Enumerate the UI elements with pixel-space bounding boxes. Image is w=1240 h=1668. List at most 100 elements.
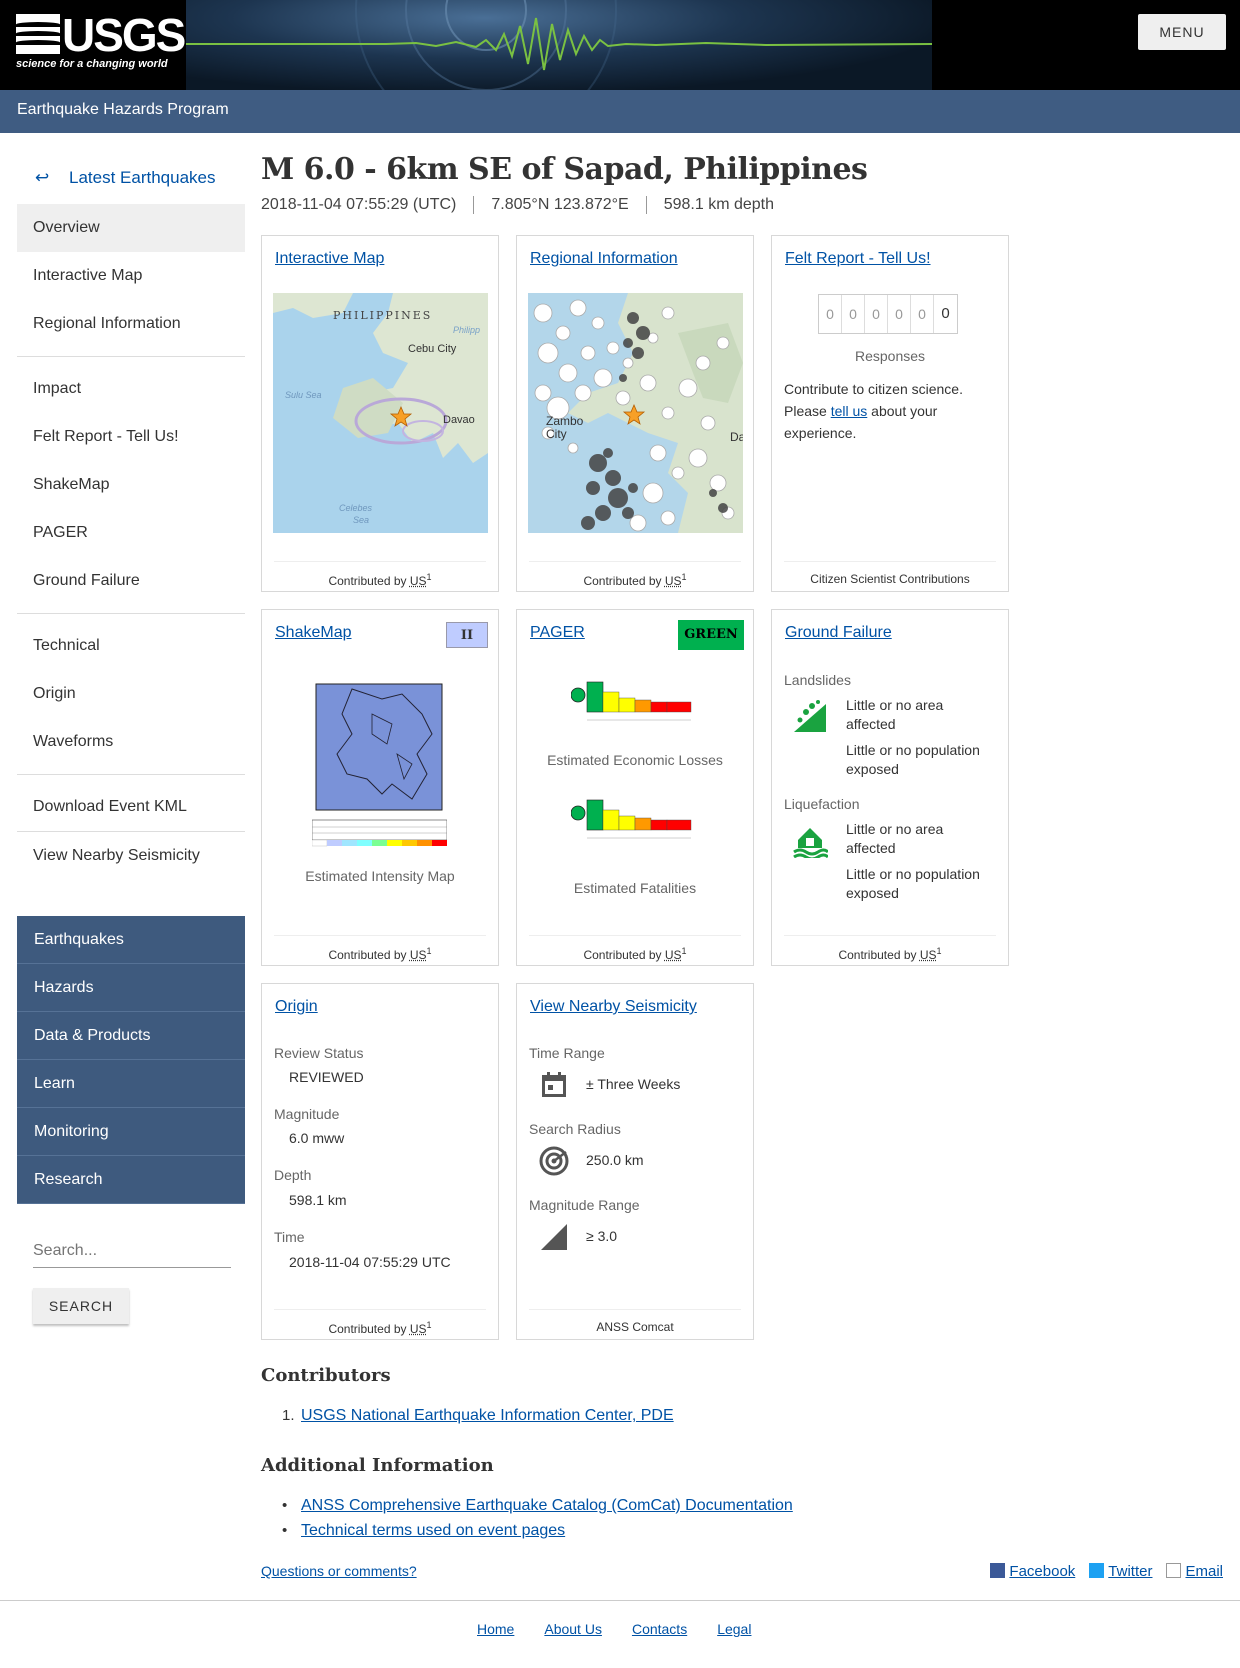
questions-link[interactable]: Questions or comments?: [261, 1563, 417, 1579]
sidebar-item-interactive-map[interactable]: Interactive Map: [17, 252, 245, 300]
footer-legal-link[interactable]: Legal: [717, 1621, 751, 1637]
footer-about-link[interactable]: About Us: [544, 1621, 602, 1637]
svg-text:Cebu City: Cebu City: [408, 343, 457, 355]
card-regional-information: Regional Information Zambo City Da Contr…: [516, 235, 754, 592]
comcat-docs-link[interactable]: ANSS Comprehensive Earthquake Catalog (C…: [301, 1493, 793, 1518]
sidebar-item-nearby-seismicity[interactable]: View Nearby Seismicity: [17, 832, 245, 880]
economic-losses-chart[interactable]: [570, 680, 701, 730]
landslide-population: Little or no population exposed: [846, 742, 980, 777]
event-depth: 598.1 km depth: [645, 196, 791, 214]
seismogram-banner: [186, 0, 932, 90]
page-title: M 6.0 - 6km SE of Sapad, Philippines: [261, 152, 868, 187]
nav-data-products[interactable]: Data & Products: [17, 1012, 245, 1060]
responses-label: Responses: [854, 348, 926, 364]
origin-link[interactable]: Origin: [275, 998, 318, 1016]
contributor-link[interactable]: US: [410, 574, 427, 588]
card-footer: Citizen Scientist Contributions: [784, 561, 996, 591]
search-radius-value: 250.0 km: [586, 1152, 644, 1168]
tell-us-link[interactable]: tell us: [831, 403, 868, 419]
program-title[interactable]: Earthquake Hazards Program: [17, 101, 229, 119]
social-links: Facebook Twitter Email: [990, 1563, 1223, 1580]
contributed-by: Contributed by US1: [274, 561, 486, 591]
time-value: 2018-11-04 07:55:29 UTC: [289, 1254, 451, 1270]
fatalities-caption: Estimated Fatalities: [573, 880, 697, 896]
fatalities-chart[interactable]: [570, 798, 701, 848]
latest-earthquakes-link[interactable]: ↩ Latest Earthquakes: [17, 160, 245, 196]
ground-failure-link[interactable]: Ground Failure: [785, 624, 892, 642]
nav-monitoring[interactable]: Monitoring: [17, 1108, 245, 1156]
additional-info-list: • ANSS Comprehensive Earthquake Catalog …: [282, 1493, 793, 1543]
nav-earthquakes[interactable]: Earthquakes: [17, 916, 245, 964]
search-button[interactable]: SEARCH: [33, 1288, 129, 1324]
event-summary: 2018-11-04 07:55:29 (UTC) 7.805°N 123.87…: [261, 196, 791, 214]
additional-info-heading: Additional Information: [261, 1455, 494, 1476]
program-bar: Earthquake Hazards Program: [0, 90, 1240, 133]
interactive-map-link[interactable]: Interactive Map: [275, 250, 384, 268]
nearby-seismicity-link[interactable]: View Nearby Seismicity: [530, 998, 697, 1016]
liquefaction-icon: [793, 828, 828, 858]
sidebar: ↩ Latest Earthquakes Overview Interactive…: [17, 160, 245, 1324]
contributor-link[interactable]: US: [665, 948, 682, 962]
sidebar-item-waveforms[interactable]: Waveforms: [17, 718, 245, 766]
svg-text:City: City: [546, 427, 567, 441]
footer-contacts-link[interactable]: Contacts: [632, 1621, 687, 1637]
list-item: • ANSS Comprehensive Earthquake Catalog …: [282, 1493, 793, 1518]
card-nearby-seismicity: View Nearby Seismicity Time Range ± Thre…: [516, 983, 754, 1340]
contributors-list: 1. USGS National Earthquake Information …: [282, 1403, 674, 1428]
shakemap-thumbnail[interactable]: [311, 674, 448, 854]
sidebar-item-ground-failure[interactable]: Ground Failure: [17, 557, 245, 605]
sidebar-item-impact[interactable]: Impact: [17, 365, 245, 413]
nav-learn[interactable]: Learn: [17, 1060, 245, 1108]
magnitude-wedge-icon: [541, 1224, 567, 1250]
review-status-label: Review Status: [274, 1045, 364, 1061]
sidebar-item-origin[interactable]: Origin: [17, 670, 245, 718]
economic-losses-caption: Estimated Economic Losses: [547, 752, 723, 768]
contributor-nei-link[interactable]: USGS National Earthquake Information Cen…: [301, 1403, 674, 1428]
landslide-icon: [794, 700, 826, 732]
sidebar-item-pager[interactable]: PAGER: [17, 509, 245, 557]
shakemap-link[interactable]: ShakeMap: [275, 624, 352, 642]
pager-link[interactable]: PAGER: [530, 624, 585, 642]
facebook-link[interactable]: Facebook: [990, 1563, 1075, 1580]
event-time: 2018-11-04 07:55:29 (UTC): [261, 196, 457, 213]
felt-report-link[interactable]: Felt Report - Tell Us!: [785, 250, 931, 268]
technical-terms-link[interactable]: Technical terms used on event pages: [301, 1518, 565, 1543]
regional-information-link[interactable]: Regional Information: [530, 250, 678, 268]
divider: [17, 356, 245, 357]
nav-research[interactable]: Research: [17, 1156, 245, 1204]
footer-nav: Home About Us Contacts Legal: [477, 1621, 751, 1637]
search-input[interactable]: [33, 1234, 231, 1268]
liquefaction-area: Little or no area affected: [846, 821, 944, 856]
sidebar-item-regional-information[interactable]: Regional Information: [17, 300, 245, 348]
usgs-logo[interactable]: USGS science for a changing world: [16, 9, 186, 76]
liquefaction-population: Little or no population exposed: [846, 866, 980, 901]
event-location: 7.805°N 123.872°E: [473, 196, 645, 214]
footer-home-link[interactable]: Home: [477, 1621, 514, 1637]
shakemap-caption: Estimated Intensity Map: [305, 868, 455, 884]
interactive-map-thumbnail[interactable]: PHILIPPINES Philipp Cebu City Sulu Sea D…: [273, 293, 488, 533]
svg-text:Philipp: Philipp: [453, 325, 480, 335]
contributed-by: Contributed by US1: [529, 561, 741, 591]
contributor-link[interactable]: US: [410, 1322, 427, 1336]
sidebar-item-shakemap[interactable]: ShakeMap: [17, 461, 245, 509]
time-range-label: Time Range: [529, 1045, 605, 1061]
menu-button[interactable]: MENU: [1138, 14, 1226, 50]
list-item: • Technical terms used on event pages: [282, 1518, 793, 1543]
sidebar-item-download-kml[interactable]: Download Event KML: [17, 783, 245, 831]
email-link[interactable]: Email: [1166, 1563, 1223, 1580]
contributed-by: Contributed by US1: [784, 935, 996, 965]
contributor-link[interactable]: US: [410, 948, 427, 962]
back-arrow-icon: ↩: [35, 168, 50, 187]
contributor-link[interactable]: US: [920, 948, 937, 962]
sidebar-item-overview[interactable]: Overview: [17, 204, 245, 252]
sidebar-item-felt-report[interactable]: Felt Report - Tell Us!: [17, 413, 245, 461]
logo-tagline: science for a changing world: [16, 58, 168, 70]
regional-map-thumbnail[interactable]: Zambo City Da: [528, 293, 743, 533]
svg-text:Sea: Sea: [353, 515, 369, 525]
contributor-link[interactable]: US: [665, 574, 682, 588]
site-footer: Home About Us Contacts Legal: [0, 1600, 1240, 1668]
twitter-link[interactable]: Twitter: [1089, 1563, 1152, 1580]
card-shakemap: ShakeMap II Estimated Intensity Map Cont…: [261, 609, 499, 966]
sidebar-item-technical[interactable]: Technical: [17, 622, 245, 670]
nav-hazards[interactable]: Hazards: [17, 964, 245, 1012]
